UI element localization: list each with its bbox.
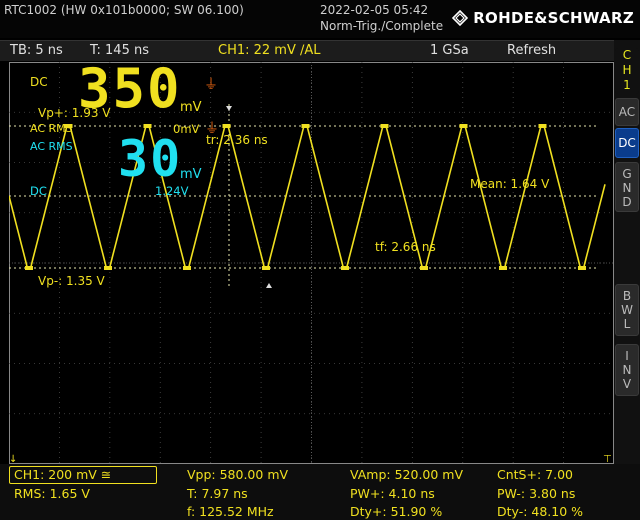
- pw-plus-meas[interactable]: PW+: 4.10 ns: [350, 486, 435, 501]
- channel-indicator: CH1: [615, 48, 639, 94]
- ac-rms-label-b: AC RMS: [30, 140, 73, 153]
- vp-minus-label: Vp-: 1.35 V: [38, 274, 105, 288]
- brand-logo: ROHDE&SCHWARZ: [452, 9, 634, 27]
- acq-mode[interactable]: Refresh: [507, 43, 556, 58]
- channel-sidebar: CH1 AC DC GND BWL INV: [614, 40, 640, 468]
- vpp-meas[interactable]: Vpp: 580.00 mV: [187, 467, 288, 482]
- ac-rms-label-a: AC RMS: [30, 122, 73, 135]
- ch1-trace: [9, 125, 606, 269]
- pw-minus-meas[interactable]: PW-: 3.80 ns: [497, 486, 575, 501]
- rms-meas[interactable]: RMS: 1.65 V: [14, 486, 90, 501]
- measurement-cursors: [9, 104, 599, 288]
- ch1-trigger[interactable]: CH1: 22 mV ∕AL: [218, 43, 321, 58]
- graticule: [9, 62, 614, 464]
- dc-value: 1.24V: [155, 184, 189, 198]
- ground-marker-icon: ⏚: [204, 77, 218, 93]
- dty-minus-meas[interactable]: Dty-: 48.10 %: [497, 504, 583, 519]
- sample-rate: 1 GSa: [430, 43, 469, 58]
- bwl-button[interactable]: BWL: [615, 284, 639, 336]
- dc-coupling-button[interactable]: DC: [615, 128, 639, 158]
- inv-button[interactable]: INV: [615, 344, 639, 396]
- gnd-button[interactable]: GND: [615, 162, 639, 212]
- device-info: RTC1002 (HW 0x101b0000; SW 06.100): [4, 3, 244, 17]
- ac-coupling-button[interactable]: AC: [615, 98, 639, 126]
- period-meas[interactable]: T: 7.97 ns: [187, 486, 248, 501]
- coupling-label-dc: DC: [30, 75, 48, 89]
- svg-text:⊤: ⊤: [603, 454, 612, 464]
- waveform-display[interactable]: ↓ ⊤: [9, 62, 614, 464]
- rs-logo-icon: [452, 10, 469, 26]
- coupling-label-dc-2: DC: [30, 184, 47, 198]
- mean-label: Mean: 1.64 V: [470, 177, 550, 191]
- rms-big-readout: 30: [118, 130, 183, 188]
- dty-plus-meas[interactable]: Dty+: 51.90 %: [350, 504, 442, 519]
- ch1-setting[interactable]: CH1: 200 mV ≅: [14, 467, 111, 482]
- freq-meas[interactable]: f: 125.52 MHz: [187, 504, 274, 519]
- cnts-plus-meas[interactable]: CntS+: 7.00: [497, 467, 573, 482]
- rms-unit: mV: [180, 167, 202, 182]
- rise-time-label: tr: 2.36 ns: [206, 133, 268, 147]
- vamp-meas[interactable]: VAmp: 520.00 mV: [350, 467, 463, 482]
- trigger-time[interactable]: T: 145 ns: [90, 43, 149, 58]
- header-bar: RTC1002 (HW 0x101b0000; SW 06.100) 2022-…: [0, 0, 640, 38]
- vpp-unit: mV: [180, 100, 202, 115]
- svg-text:↓: ↓: [9, 454, 17, 464]
- trigger-status: Norm-Trig./Complete: [320, 19, 444, 33]
- datetime: 2022-02-05 05:42: [320, 3, 429, 17]
- vp-plus-label: Vp+: 1.93 V: [38, 106, 111, 120]
- timebase[interactable]: TB: 5 ns: [10, 43, 63, 58]
- fall-time-label: tf: 2.66 ns: [375, 240, 436, 254]
